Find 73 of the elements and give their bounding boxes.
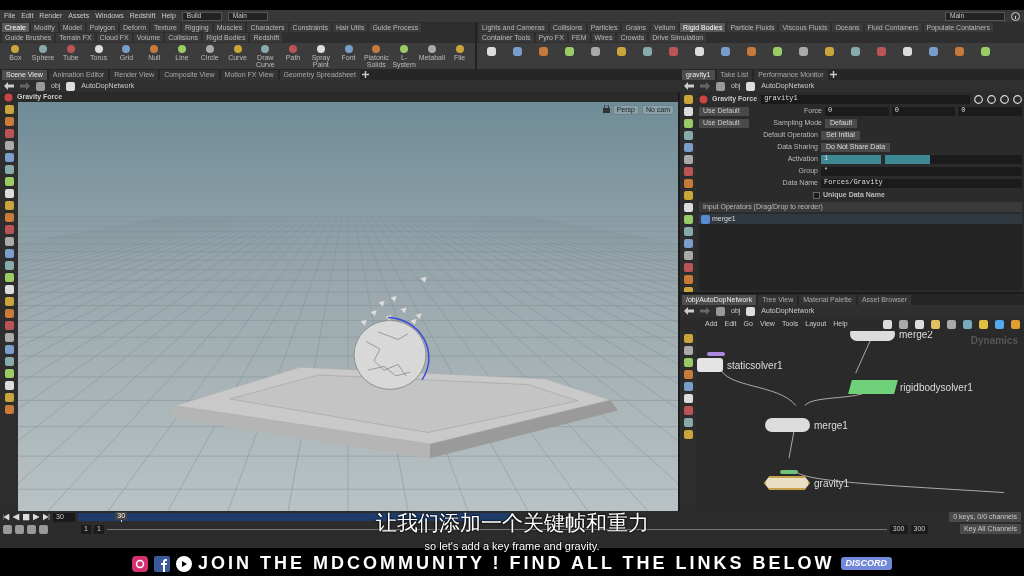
network-node[interactable] [848, 380, 898, 394]
skip-end-icon[interactable] [43, 513, 50, 521]
folder-icon [36, 81, 45, 91]
shelf-tool-icon[interactable] [772, 46, 783, 57]
help-icon[interactable] [987, 94, 996, 104]
shelf-tool-icon[interactable] [980, 46, 991, 57]
tool-icon[interactable] [454, 44, 465, 54]
tool-icon[interactable] [176, 44, 187, 54]
shelf-tool-icon[interactable] [512, 46, 523, 57]
node-label: merge2 [899, 331, 933, 340]
logo-icon[interactable] [153, 555, 170, 572]
network-node[interactable] [850, 331, 895, 341]
play-logo-icon[interactable] [175, 555, 192, 572]
network-node[interactable] [697, 358, 723, 372]
node-label: staticsolver1 [727, 359, 783, 371]
folder-icon [716, 81, 725, 91]
shelf-tool-icon[interactable] [486, 46, 497, 57]
camera-icon[interactable] [131, 555, 148, 572]
node-label: rigidbodysolver1 [900, 381, 973, 393]
stop-icon[interactable] [23, 513, 30, 521]
lock-icon[interactable] [602, 105, 610, 113]
node-icon [746, 306, 756, 316]
tool-icon[interactable] [260, 44, 271, 54]
shelf-tool-icon[interactable] [616, 46, 627, 57]
node-type-icon [4, 92, 13, 102]
shelf-tool-icon[interactable] [902, 46, 913, 57]
back-arrow-icon[interactable] [684, 307, 694, 315]
tool-icon[interactable] [38, 44, 49, 54]
play-icon[interactable] [33, 513, 40, 521]
node-type-icon [699, 94, 708, 104]
back-arrow-icon[interactable] [4, 82, 14, 90]
flag-bar [707, 352, 725, 356]
tool-icon[interactable] [232, 44, 243, 54]
node-label: gravity1 [814, 477, 849, 489]
back-arrow-icon[interactable] [684, 82, 694, 90]
shelf-tool-icon[interactable] [564, 46, 575, 57]
shelf-tool-icon[interactable] [798, 46, 809, 57]
wire [855, 339, 872, 374]
flag-bar [780, 470, 798, 474]
shelf-tool-icon[interactable] [720, 46, 731, 57]
skip-start-icon[interactable] [3, 513, 10, 521]
help-icon[interactable] [1011, 11, 1020, 21]
network-node[interactable] [765, 418, 810, 432]
tool-icon[interactable] [399, 44, 410, 54]
info-icon[interactable] [1013, 94, 1022, 104]
banner-text: JOIN THE MDCOMMUNITY ! FIND ALL THE LINKS BELOW [197, 553, 835, 574]
shelf-tool-icon[interactable] [928, 46, 939, 57]
node-label: merge1 [814, 419, 848, 431]
plus-icon[interactable] [829, 71, 837, 78]
node-icon [66, 81, 76, 91]
tool-icon[interactable] [426, 44, 437, 54]
shelf-tool-icon[interactable] [824, 46, 835, 57]
slider-fill[interactable] [885, 154, 931, 164]
plus-icon[interactable] [361, 71, 369, 78]
tool-icon[interactable] [315, 44, 326, 54]
checkbox[interactable] [813, 191, 820, 199]
node-icon [701, 214, 710, 224]
tool-icon[interactable] [93, 44, 104, 54]
tool-icon[interactable] [204, 44, 215, 54]
subtitle-text: so let's add a key frame and gravity. [424, 540, 600, 553]
shelf-tool-icon[interactable] [642, 46, 653, 57]
shelf-tool-icon[interactable] [590, 46, 601, 57]
shelf-tool-icon[interactable] [954, 46, 965, 57]
tool-icon[interactable] [10, 44, 21, 54]
shelf-tool-icon[interactable] [746, 46, 757, 57]
discord-badge[interactable]: DISCORD [840, 556, 893, 571]
node-icon [746, 81, 756, 91]
shelf-tool-icon[interactable] [694, 46, 705, 57]
shelf-tool-icon[interactable] [538, 46, 549, 57]
folder-icon [716, 306, 725, 316]
step-back-icon[interactable] [13, 513, 20, 521]
shelf-tool-icon[interactable] [850, 46, 861, 57]
network-node[interactable] [764, 476, 810, 490]
